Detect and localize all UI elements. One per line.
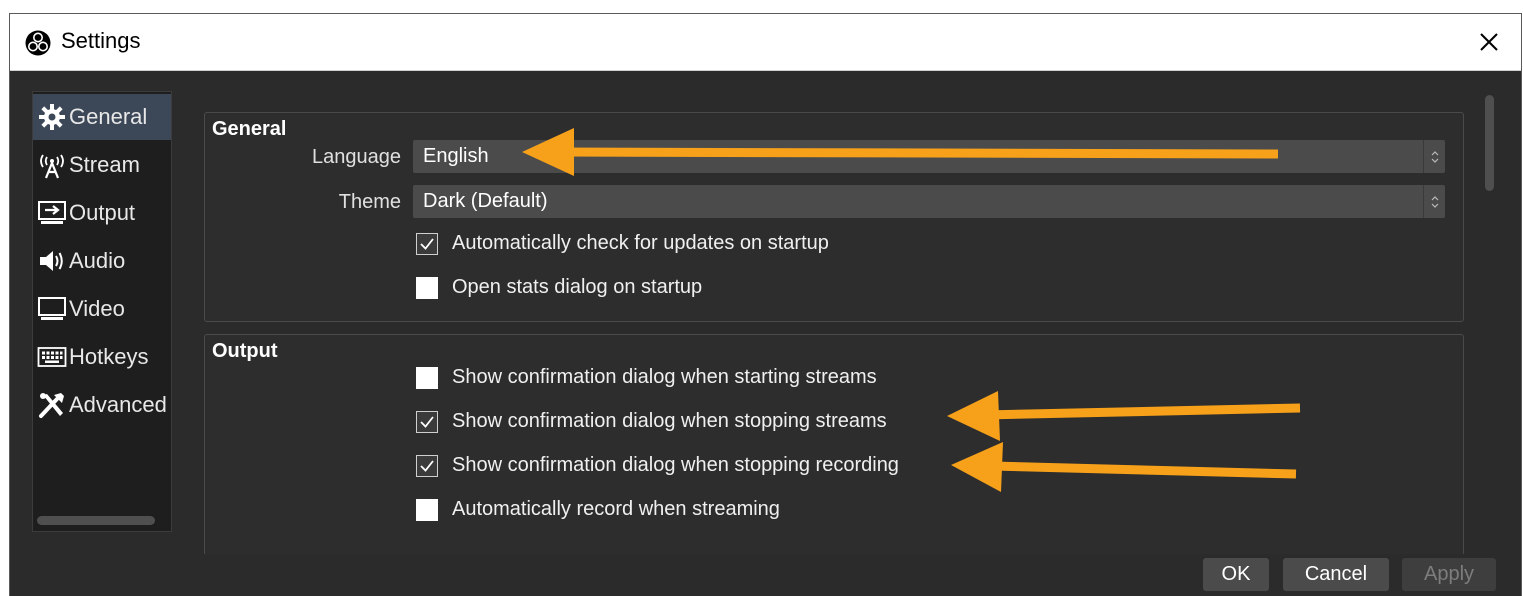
settings-sidebar: General Stream Output Audio Video Hotkey…: [32, 91, 172, 532]
sidebar-item-stream[interactable]: Stream: [33, 142, 171, 188]
broadcast-antenna-icon: [35, 151, 69, 179]
language-label: Language: [312, 146, 401, 168]
confirm-stop-recording-row[interactable]: Show confirmation dialog when stopping r…: [416, 454, 899, 477]
gear-icon: [35, 103, 69, 131]
confirm-start-stream-row[interactable]: Show confirmation dialog when starting s…: [416, 366, 877, 389]
ok-button[interactable]: OK: [1203, 558, 1269, 591]
checkbox-label: Show confirmation dialog when starting s…: [452, 366, 877, 388]
group-title: Output: [212, 340, 278, 362]
check-icon: [420, 237, 434, 250]
confirm-start-stream-checkbox[interactable]: [416, 366, 438, 389]
sidebar-item-label: General: [69, 104, 148, 129]
check-icon: [420, 415, 434, 428]
main-vertical-scrollbar[interactable]: [1485, 95, 1494, 191]
sidebar-item-label: Advanced: [69, 392, 167, 417]
sidebar-item-label: Output: [69, 200, 136, 225]
updown-arrows-icon: [1423, 140, 1445, 173]
theme-select[interactable]: Dark (Default): [413, 185, 1445, 218]
sidebar-item-hotkeys[interactable]: Hotkeys: [33, 334, 171, 380]
sidebar-item-label: Audio: [69, 248, 126, 273]
title-bar: Settings: [10, 14, 1521, 71]
language-select[interactable]: English: [413, 140, 1445, 173]
checkbox-label: Open stats dialog on startup: [452, 276, 703, 298]
auto-update-checkbox[interactable]: [416, 232, 438, 255]
check-icon: [420, 459, 434, 472]
sidebar-item-output[interactable]: Output: [33, 190, 171, 236]
settings-window: Settings General Stream Output Audio Vid…: [9, 13, 1522, 596]
auto-record-row[interactable]: Automatically record when streaming: [416, 498, 780, 521]
checkbox-label: Automatically record when streaming: [452, 498, 780, 520]
settings-content: General Stream Output Audio Video Hotkey…: [10, 71, 1521, 596]
obs-logo-icon: [25, 30, 51, 56]
sidebar-item-general[interactable]: General: [33, 94, 171, 140]
sidebar-item-advanced[interactable]: Advanced: [33, 382, 171, 428]
sidebar-item-audio[interactable]: Audio: [33, 238, 171, 284]
sidebar-item-video[interactable]: Video: [33, 286, 171, 332]
auto-update-checkbox-row[interactable]: Automatically check for updates on start…: [416, 232, 829, 255]
tools-icon: [35, 391, 69, 419]
speaker-icon: [35, 247, 69, 275]
output-group: Output Show confirmation dialog when sta…: [204, 334, 1464, 554]
checkbox-label: Show confirmation dialog when stopping s…: [452, 410, 887, 432]
confirm-stop-stream-row[interactable]: Show confirmation dialog when stopping s…: [416, 410, 887, 433]
theme-value: Dark (Default): [423, 190, 548, 212]
close-icon[interactable]: [1471, 24, 1507, 60]
sidebar-item-label: Hotkeys: [69, 344, 149, 369]
monitor-icon: [35, 295, 69, 323]
theme-label: Theme: [338, 191, 401, 213]
checkbox-label: Show confirmation dialog when stopping r…: [452, 454, 899, 476]
auto-record-checkbox[interactable]: [416, 498, 438, 521]
apply-button[interactable]: Apply: [1402, 558, 1496, 591]
output-monitor-icon: [35, 199, 69, 227]
confirm-stop-stream-checkbox[interactable]: [416, 410, 438, 433]
sidebar-horizontal-scrollbar[interactable]: [37, 516, 155, 525]
sidebar-item-label: Video: [69, 296, 125, 321]
confirm-stop-recording-checkbox[interactable]: [416, 454, 438, 477]
group-title: General: [212, 118, 287, 140]
checkbox-label: Automatically check for updates on start…: [452, 232, 829, 254]
general-group: General Language English Theme Dark (Def…: [204, 112, 1464, 322]
keyboard-icon: [35, 343, 69, 371]
updown-arrows-icon: [1423, 185, 1445, 218]
stats-dialog-checkbox-row[interactable]: Open stats dialog on startup: [416, 276, 702, 299]
stats-dialog-checkbox[interactable]: [416, 276, 438, 299]
sidebar-item-label: Stream: [69, 152, 140, 177]
window-title: Settings: [61, 28, 141, 53]
language-value: English: [423, 145, 489, 167]
cancel-button[interactable]: Cancel: [1283, 558, 1389, 591]
